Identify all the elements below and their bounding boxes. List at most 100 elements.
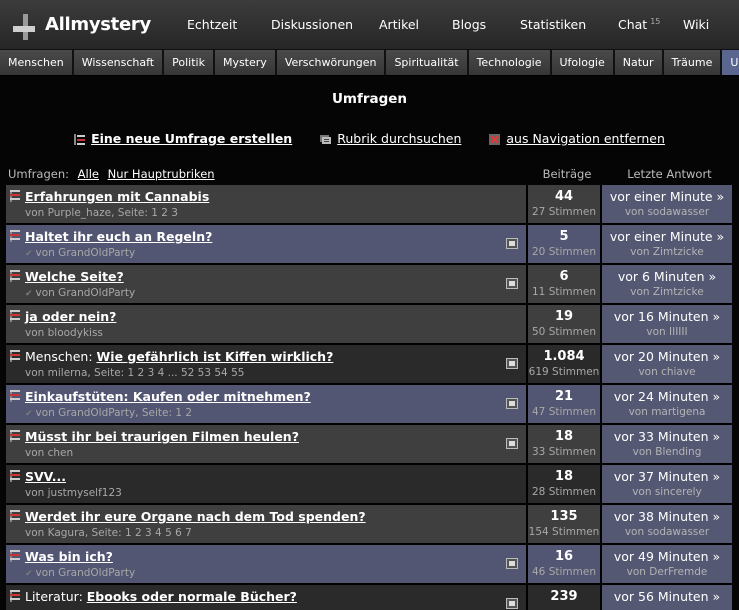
poll-title-link[interactable]: Einkaufstüten: Kaufen oder mitnehmen? xyxy=(25,389,311,404)
posts-count: 44 xyxy=(554,189,574,204)
votes-count: 46 Stimmen xyxy=(532,566,596,578)
tab-spiritualität[interactable]: Spiritualität xyxy=(386,50,469,75)
last-reply-cell[interactable]: vor 6 Minuten » von Zimtzicke xyxy=(602,265,732,305)
poll-title-link[interactable]: ja oder nein? xyxy=(25,309,116,324)
page-title: Umfragen xyxy=(331,91,408,107)
poll-title-line: ja oder nein? xyxy=(25,309,116,324)
last-reply-time[interactable]: vor 37 Minuten » xyxy=(602,469,732,484)
last-reply-cell[interactable]: vor 56 Minuten » xyxy=(602,585,732,610)
column-header-posts: Beiträge xyxy=(542,167,592,181)
tab-wissenschaft[interactable]: Wissenschaft xyxy=(73,50,165,75)
logo-text: Allmystery xyxy=(45,14,151,35)
last-reply-time[interactable]: vor 20 Minuten » xyxy=(602,349,732,364)
posts-count: 16 xyxy=(554,549,574,564)
topnav-echtzeit[interactable]: Echtzeit xyxy=(187,17,237,32)
votes-count: 27 Stimmen xyxy=(532,206,596,218)
topnav-chat-label: Chat xyxy=(618,16,648,32)
last-reply-cell[interactable]: vor 20 Minuten » von chiave xyxy=(602,345,732,385)
logo[interactable]: Allmystery xyxy=(0,10,175,40)
posts-count: 1.084 xyxy=(543,349,585,364)
poll-row: Menschen: Wie gefährlich ist Kiffen wirk… xyxy=(6,345,734,385)
tab-politik[interactable]: Politik xyxy=(164,50,215,75)
poll-title-link[interactable]: Was bin ich? xyxy=(25,549,113,564)
action-links: Eine neue Umfrage erstellen Rubrik durch… xyxy=(0,129,739,147)
topnav-wiki[interactable]: Wiki xyxy=(683,17,709,32)
last-reply-cell[interactable]: vor 24 Minuten » von martigena xyxy=(602,385,732,425)
search-link[interactable]: Rubrik durchsuchen xyxy=(337,131,461,146)
topnav-diskussionen[interactable]: Diskussionen xyxy=(271,17,353,32)
poll-title-link[interactable]: Haltet ihr euch an Regeln? xyxy=(25,229,212,244)
last-reply-cell[interactable]: vor 37 Minuten » von sincerely xyxy=(602,465,732,505)
posts-count: 6 xyxy=(559,269,569,284)
last-reply-cell[interactable]: vor einer Minute » von sodawasser xyxy=(602,185,732,225)
remove-nav-action: aus Navigation entfernen xyxy=(489,131,665,146)
last-reply-time[interactable]: vor 33 Minuten » xyxy=(602,429,732,444)
poll-icon xyxy=(506,278,518,289)
last-reply-time[interactable]: vor 56 Minuten » xyxy=(602,589,732,604)
poll-title-line: Menschen: Wie gefährlich ist Kiffen wirk… xyxy=(25,349,333,364)
tab-träume[interactable]: Träume xyxy=(663,50,723,75)
poll-title-link[interactable]: Ebooks oder normale Bücher? xyxy=(87,589,297,604)
poll-title-link[interactable]: Erfahrungen mit Cannabis xyxy=(25,189,209,204)
check-icon: ✔ xyxy=(25,289,33,299)
logo-icon xyxy=(11,10,37,40)
tab-mystery[interactable]: Mystery xyxy=(214,50,277,75)
last-reply-time[interactable]: vor 38 Minuten » xyxy=(602,509,732,524)
last-reply-author: von DerFremde xyxy=(626,566,708,578)
thread-icon xyxy=(10,470,20,482)
poll-icon xyxy=(506,358,518,369)
posts-cell: 18 33 Stimmen xyxy=(528,425,602,465)
tab-natur[interactable]: Natur xyxy=(614,50,664,75)
last-reply-time[interactable]: vor einer Minute » xyxy=(602,189,732,204)
posts-cell: 18 28 Stimmen xyxy=(528,465,602,505)
remove-nav-link[interactable]: aus Navigation entfernen xyxy=(506,131,665,146)
poll-title-line: Literatur: Ebooks oder normale Bücher? xyxy=(25,589,297,604)
tab-ufologie[interactable]: Ufologie xyxy=(551,50,615,75)
last-reply-cell[interactable]: vor 49 Minuten » von DerFremde xyxy=(602,545,732,585)
new-poll-link[interactable]: Eine neue Umfrage erstellen xyxy=(91,131,292,146)
posts-cell: 16 46 Stimmen xyxy=(528,545,602,585)
poll-title-link[interactable]: Werdet ihr eure Organe nach dem Tod spen… xyxy=(25,509,366,524)
last-reply-cell[interactable]: vor 16 Minuten » von IIIIII xyxy=(602,305,732,345)
last-reply-time[interactable]: vor 49 Minuten » xyxy=(602,549,732,564)
table-header: Umfragen: Alle Nur Hauptrubriken Beiträg… xyxy=(0,166,739,184)
poll-icon xyxy=(506,398,518,409)
last-reply-time[interactable]: vor 16 Minuten » xyxy=(602,309,732,324)
tab-menschen[interactable]: Menschen xyxy=(0,50,74,75)
tab-umfragen[interactable]: Umfragen xyxy=(722,50,739,75)
column-header-last-reply: Letzte Antwort xyxy=(627,167,712,181)
poll-title-line: Werdet ihr eure Organe nach dem Tod spen… xyxy=(25,509,366,524)
filter-main-link[interactable]: Nur Hauptrubriken xyxy=(108,167,215,181)
search-action: Rubrik durchsuchen xyxy=(320,131,461,146)
poll-title-link[interactable]: Müsst ihr bei traurigen Filmen heulen? xyxy=(25,429,299,444)
last-reply-time[interactable]: vor einer Minute » xyxy=(602,229,732,244)
topnav-statistiken[interactable]: Statistiken xyxy=(520,17,586,32)
filter-all-link[interactable]: Alle xyxy=(78,167,99,181)
topnav-blogs[interactable]: Blogs xyxy=(452,17,486,32)
posts-cell: 5 20 Stimmen xyxy=(528,225,602,265)
last-reply-cell[interactable]: vor 38 Minuten » von sodawasser xyxy=(602,505,732,545)
poll-icon xyxy=(506,558,518,569)
tab-verschwörungen[interactable]: Verschwörungen xyxy=(276,50,387,75)
poll-title-link[interactable]: Wie gefährlich ist Kiffen wirklich? xyxy=(97,349,334,364)
thread-icon xyxy=(10,430,20,442)
poll-title-line: Was bin ich? xyxy=(25,549,113,564)
thread-icon xyxy=(10,270,20,282)
last-reply-cell[interactable]: vor einer Minute » von Zimtzicke xyxy=(602,225,732,265)
poll-meta: von chen xyxy=(25,447,73,459)
topnav-chat[interactable]: Chat 15 xyxy=(618,17,660,32)
posts-count: 19 xyxy=(554,309,574,324)
poll-title-link[interactable]: SVV... xyxy=(25,469,66,484)
poll-title-link[interactable]: Welche Seite? xyxy=(25,269,124,284)
poll-icon xyxy=(506,438,518,449)
last-reply-time[interactable]: vor 6 Minuten » xyxy=(602,269,732,284)
poll-row: Einkaufstüten: Kaufen oder mitnehmen? ✔ vo… xyxy=(6,385,734,425)
poll-meta: von milerna, Seite: 1 2 3 4 ... 52 53 54… xyxy=(25,367,244,379)
topnav-artikel[interactable]: Artikel xyxy=(379,17,419,32)
thread-icon xyxy=(10,510,20,522)
last-reply-time[interactable]: vor 24 Minuten » xyxy=(602,389,732,404)
poll-title-line: Müsst ihr bei traurigen Filmen heulen? xyxy=(25,429,299,444)
last-reply-cell[interactable]: vor 33 Minuten » von Blending xyxy=(602,425,732,465)
tab-technologie[interactable]: Technologie xyxy=(468,50,552,75)
posts-count: 135 xyxy=(550,509,578,524)
